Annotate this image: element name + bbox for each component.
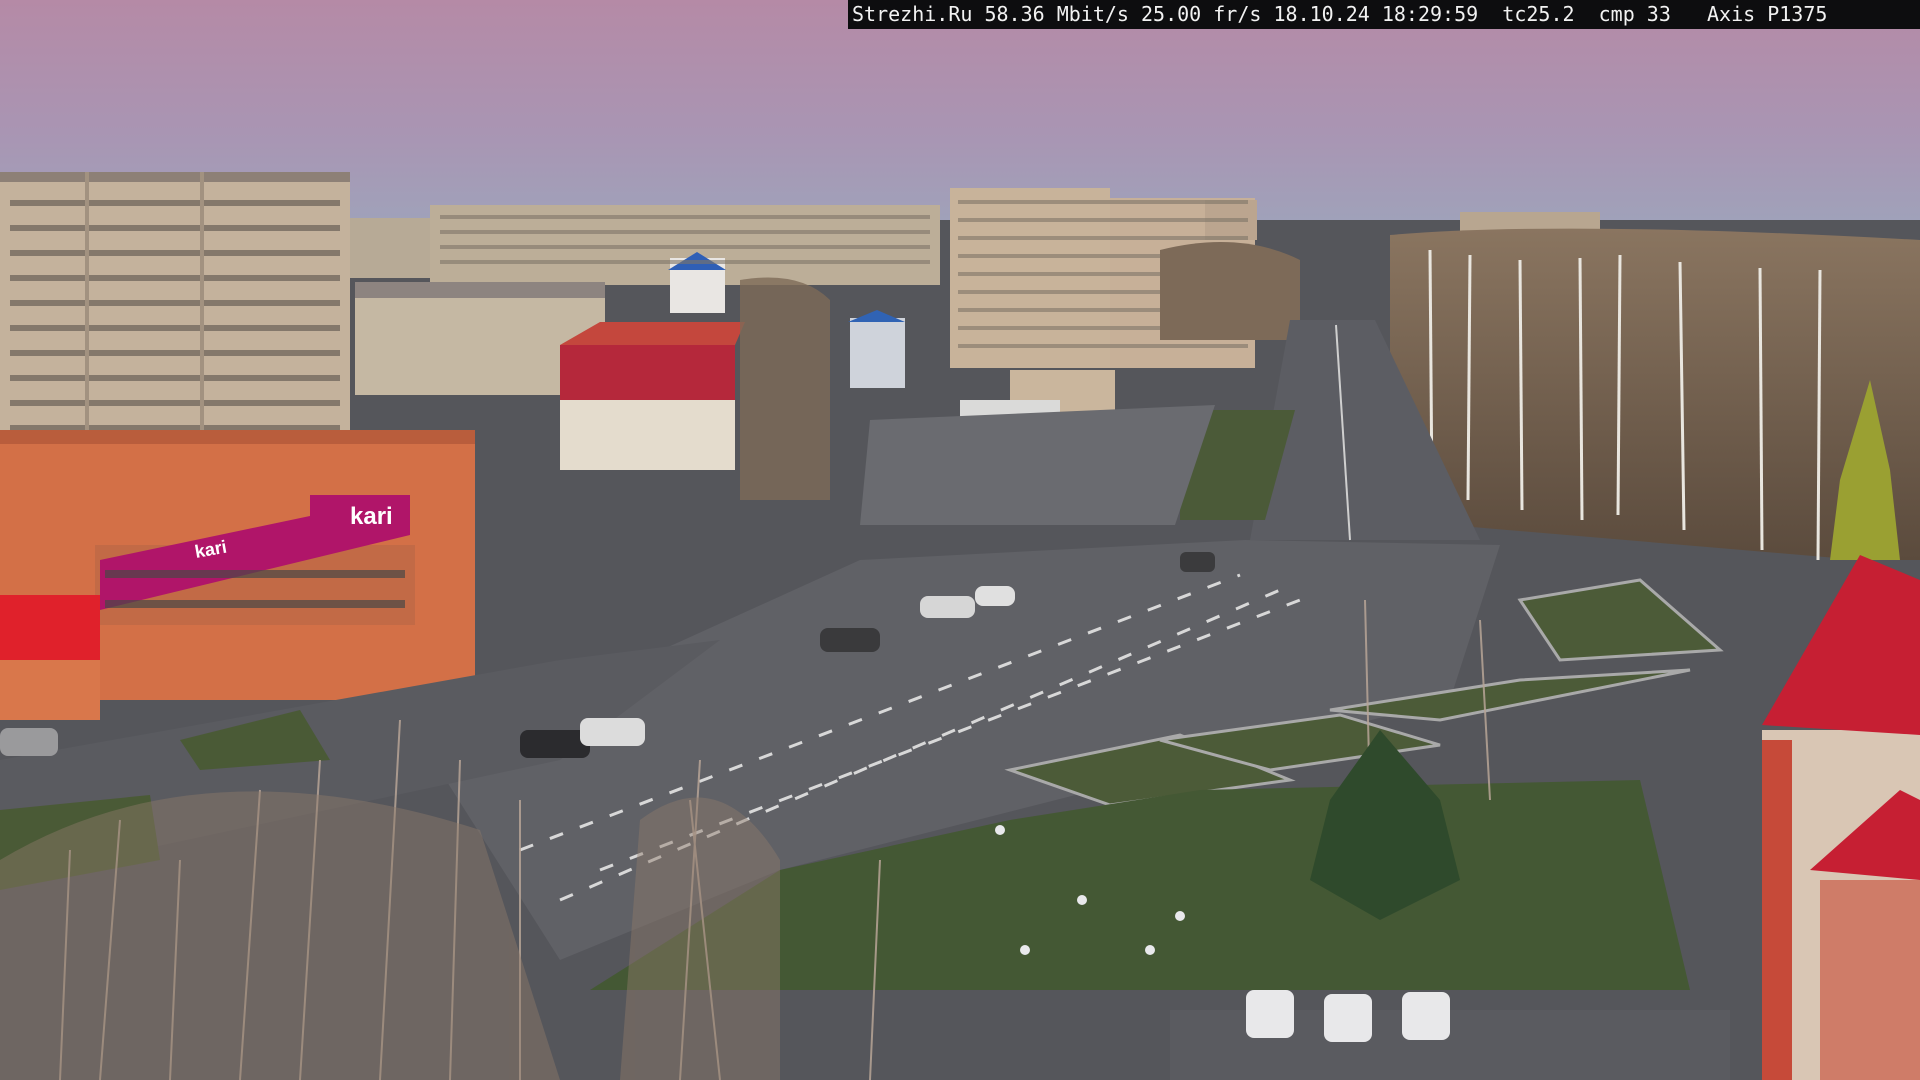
- osd-datetime: 18.10.24 18:29:59: [1273, 2, 1479, 26]
- osd-camera: Axis P1375: [1707, 2, 1828, 26]
- osd-cmp: cmp 33: [1598, 2, 1671, 26]
- red-roof-building: [560, 322, 745, 470]
- camera-info-overlay: Strezhi.Ru 58.36 Mbit/s 25.00 fr/s 18.10…: [848, 0, 1920, 29]
- osd-site: Strezhi.Ru: [852, 2, 973, 26]
- osd-tc: tc25.2: [1502, 2, 1575, 26]
- central-plaza: [860, 405, 1215, 525]
- osd-bitrate: 58.36 Mbit/s: [984, 2, 1129, 26]
- camera-scene: kari kari: [0, 0, 1920, 1080]
- kari-logo-large: kari: [350, 503, 393, 530]
- foreground-tree-canopy: [0, 791, 780, 1080]
- kari-store-building: [0, 430, 475, 720]
- osd-framerate: 25.00 fr/s: [1141, 2, 1262, 26]
